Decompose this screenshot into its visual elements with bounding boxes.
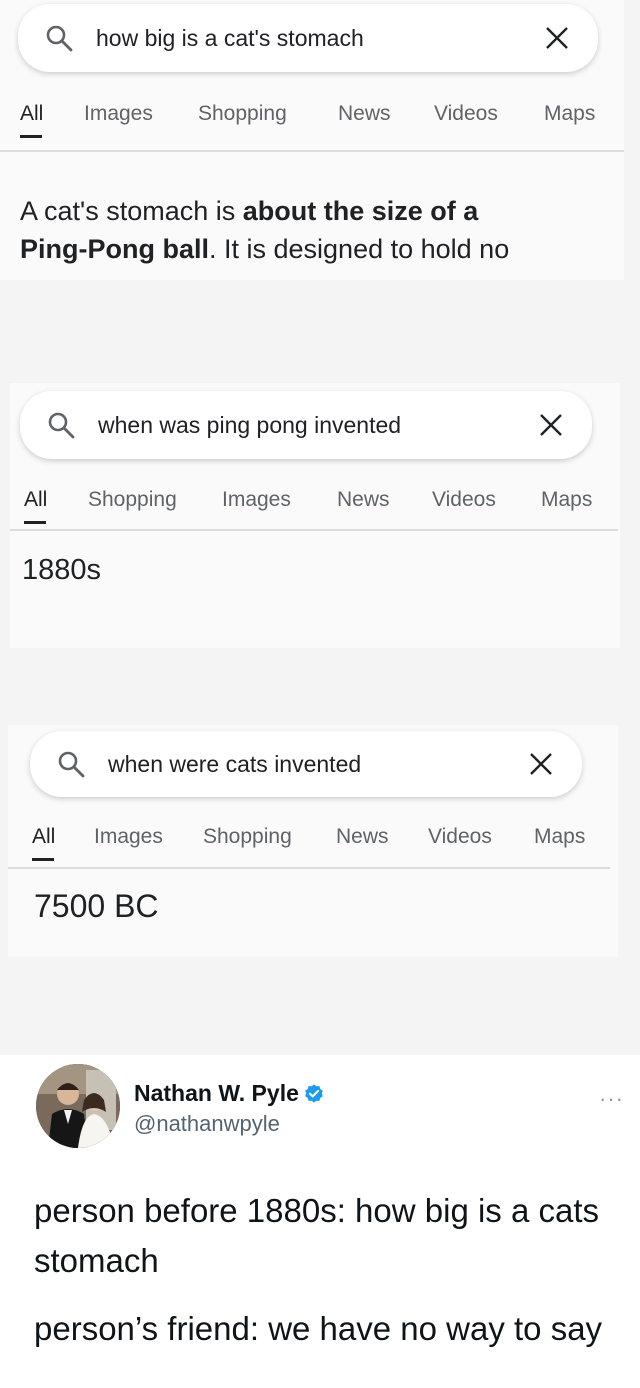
tweet-text-line: person’s friend: we have no way to say	[34, 1310, 603, 1347]
snippet-text: A cat's stomach is	[20, 196, 243, 226]
tab-shopping[interactable]: Shopping	[88, 488, 177, 512]
tweet-text-line: stomach	[34, 1242, 159, 1279]
search-query[interactable]: when was ping pong invented	[98, 412, 536, 439]
avatar-photo	[36, 1064, 120, 1148]
tab-all[interactable]: All	[24, 488, 47, 524]
display-name[interactable]: Nathan W. Pyle	[134, 1080, 325, 1107]
search-icon[interactable]	[56, 749, 86, 779]
answer-text: 7500 BC	[34, 888, 159, 924]
tab-images[interactable]: Images	[94, 825, 163, 849]
tab-maps[interactable]: Maps	[534, 825, 585, 849]
tab-shopping[interactable]: Shopping	[198, 102, 287, 126]
tab-videos[interactable]: Videos	[432, 488, 496, 512]
snippet-bold: about the size of a	[242, 196, 479, 226]
divider	[10, 529, 618, 531]
search-bar-1[interactable]: how big is a cat's stomach	[18, 4, 598, 72]
divider	[0, 150, 624, 152]
tab-videos[interactable]: Videos	[434, 102, 498, 126]
search-icon[interactable]	[44, 23, 74, 53]
tab-all[interactable]: All	[20, 102, 43, 138]
answer-text: 1880s	[22, 554, 102, 586]
snippet-bold: Ping-Pong ball	[20, 234, 209, 264]
tab-news[interactable]: News	[338, 102, 391, 126]
tab-images[interactable]: Images	[222, 488, 291, 512]
avatar[interactable]	[36, 1064, 120, 1148]
tab-maps[interactable]: Maps	[541, 488, 592, 512]
display-name-text[interactable]: Nathan W. Pyle	[134, 1080, 299, 1107]
tab-all[interactable]: All	[32, 825, 55, 861]
tab-maps[interactable]: Maps	[544, 102, 595, 126]
tab-news[interactable]: News	[337, 488, 390, 512]
close-icon[interactable]	[542, 23, 572, 53]
snippet-text: . It is designed to hold no	[209, 234, 510, 264]
search-bar-3[interactable]: when were cats invented	[30, 731, 582, 797]
featured-snippet: A cat's stomach is about the size of a P…	[20, 192, 620, 268]
tab-videos[interactable]: Videos	[428, 825, 492, 849]
more-options-icon[interactable]: ···	[599, 1086, 624, 1112]
tweet-text-line: person before 1880s: how big is a cats	[34, 1192, 600, 1229]
tab-shopping[interactable]: Shopping	[203, 825, 292, 849]
search-query[interactable]: when were cats invented	[108, 751, 526, 778]
search-query[interactable]: how big is a cat's stomach	[96, 25, 542, 52]
tab-images[interactable]: Images	[84, 102, 153, 126]
tab-news[interactable]: News	[336, 825, 389, 849]
search-bar-2[interactable]: when was ping pong invented	[20, 391, 592, 459]
close-icon[interactable]	[526, 749, 556, 779]
verified-badge-icon	[305, 1083, 323, 1103]
user-handle[interactable]: @nathanwpyle	[134, 1111, 280, 1137]
close-icon[interactable]	[536, 410, 566, 440]
divider	[8, 867, 610, 869]
search-icon[interactable]	[46, 410, 76, 440]
